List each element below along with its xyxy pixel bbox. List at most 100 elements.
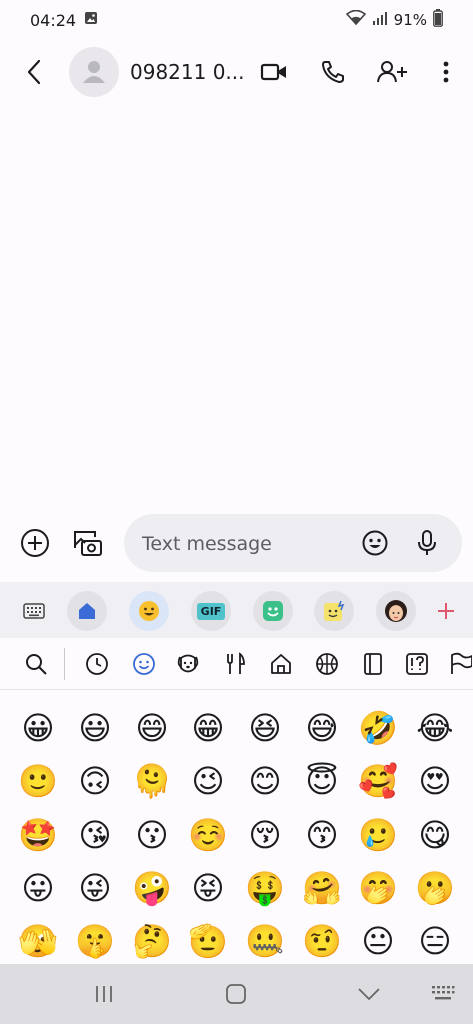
emoji-key[interactable]: 🤔	[128, 917, 176, 964]
emoji-key[interactable]: 😁	[184, 704, 232, 752]
emoji-key[interactable]: 🤑	[241, 864, 289, 912]
emoji-key[interactable]: 😛	[14, 864, 62, 912]
category-smileys[interactable]	[130, 650, 158, 678]
emoji-key[interactable]: 🤫	[71, 917, 119, 964]
emoji-key[interactable]: 😆	[241, 704, 289, 752]
emoji-key[interactable]: 😘	[71, 811, 119, 859]
microphone-icon	[418, 530, 436, 555]
emoji-key[interactable]: 😋	[411, 811, 459, 859]
emoji-button[interactable]	[360, 528, 390, 558]
emoji-grid: 😀 😃 😄 😁 😆 😅 🤣 😂 🙂 🙃 🫠 😉 😊 😇 🥰 😍 🤩 😘 😗 ☺️ 😚 😙 🥲 😋 😛 😜 🤪 😝 🤑 🤗 🤭 🫢 🫣 🤫 🤔 🫡 🤐 🤨 😐…	[0, 692, 473, 964]
emoji-key[interactable]: 😙	[298, 811, 346, 859]
emoji-key[interactable]: 😉	[184, 757, 232, 805]
system-navigation-bar	[0, 964, 473, 1024]
emoji-key[interactable]: 😚	[241, 811, 289, 859]
category-objects[interactable]	[359, 650, 387, 678]
emoji-key[interactable]: 🫡	[184, 917, 232, 964]
bitmoji-sticker-icon	[263, 601, 283, 621]
category-activities[interactable]	[313, 650, 341, 678]
emoji-tab-button[interactable]	[129, 591, 169, 631]
home-expression-button[interactable]	[67, 591, 107, 631]
video-camera-icon	[260, 63, 286, 81]
emoji-key[interactable]: 😜	[71, 864, 119, 912]
emoji-key[interactable]: 😇	[298, 757, 346, 805]
ar-emoji-tab-button[interactable]	[376, 591, 416, 631]
back-button[interactable]	[20, 56, 48, 88]
symbols-icon	[406, 653, 428, 675]
gif-tab-button[interactable]: GIF	[191, 591, 231, 631]
emoji-key[interactable]: 🙂	[14, 757, 62, 805]
contact-avatar[interactable]	[69, 47, 119, 97]
message-list[interactable]	[0, 104, 473, 508]
add-person-icon	[377, 61, 407, 83]
person-icon	[83, 61, 105, 83]
emoji-key[interactable]: 🫣	[14, 917, 62, 964]
smiley-icon	[362, 530, 388, 556]
category-food[interactable]	[221, 650, 249, 678]
recents-icon	[96, 986, 112, 1002]
emoji-key[interactable]: 🤨	[298, 917, 346, 964]
sticker-tab-button[interactable]	[253, 591, 293, 631]
emoji-key[interactable]: 😑	[411, 917, 459, 964]
recent-apps-button[interactable]	[84, 978, 124, 1010]
flag-icon	[451, 652, 472, 674]
emoji-key[interactable]: 😐	[354, 917, 402, 964]
emoji-sticker-tab-button[interactable]	[314, 591, 354, 631]
emoji-key[interactable]: 😄	[128, 704, 176, 752]
emoji-key[interactable]: 😃	[71, 704, 119, 752]
status-time: 04:24	[30, 10, 77, 30]
add-attachment-button[interactable]	[19, 527, 51, 559]
emoji-key[interactable]: 😗	[128, 811, 176, 859]
category-symbols[interactable]	[403, 650, 431, 678]
gif-label: GIF	[196, 602, 226, 620]
emoji-key[interactable]: 😝	[184, 864, 232, 912]
category-flags[interactable]	[446, 650, 473, 678]
home-icon	[79, 603, 95, 619]
voice-input-button[interactable]	[412, 528, 442, 558]
emoji-key[interactable]: 🫢	[411, 864, 459, 912]
dog-face-icon	[177, 654, 199, 673]
home-button[interactable]	[216, 978, 256, 1010]
emoji-key[interactable]: 🤭	[354, 864, 402, 912]
emoji-key[interactable]: 😀	[14, 704, 62, 752]
keyboard-hide-button[interactable]	[423, 978, 463, 1010]
emoji-key[interactable]: 🥰	[354, 757, 402, 805]
message-input[interactable]: Text message	[124, 514, 462, 572]
battery-text: 91%	[393, 11, 427, 29]
more-options-button[interactable]	[430, 56, 462, 88]
video-call-button[interactable]	[258, 56, 290, 88]
emoji-key[interactable]: 😊	[241, 757, 289, 805]
book-icon	[364, 653, 382, 675]
emoji-category-bar	[0, 638, 473, 690]
emoji-key[interactable]: 🙃	[71, 757, 119, 805]
keyboard-icon	[23, 603, 45, 619]
emoji-key[interactable]: 🤣	[354, 704, 402, 752]
avatar-emoji-icon	[385, 600, 407, 622]
emoji-key[interactable]: 😍	[411, 757, 459, 805]
category-recent[interactable]	[83, 650, 111, 678]
emoji-key[interactable]: 🤗	[298, 864, 346, 912]
add-sticker-button[interactable]	[426, 591, 466, 631]
emoji-key[interactable]: 🤐	[241, 917, 289, 964]
emoji-key[interactable]: ☺️	[184, 811, 232, 859]
basketball-icon	[316, 653, 338, 675]
category-animals[interactable]	[174, 650, 202, 678]
keyboard-switch-button[interactable]	[14, 591, 54, 631]
emoji-key[interactable]: 🥲	[354, 811, 402, 859]
emoji-search-button[interactable]	[22, 650, 50, 678]
fork-knife-icon	[227, 652, 245, 674]
voice-call-button[interactable]	[317, 56, 349, 88]
emoji-key[interactable]: 🤩	[14, 811, 62, 859]
gallery-button[interactable]	[71, 527, 103, 559]
back-nav-button[interactable]	[349, 978, 389, 1010]
add-participant-button[interactable]	[376, 56, 408, 88]
emoji-key[interactable]: 🫠	[128, 757, 176, 805]
emoji-key[interactable]: 😅	[298, 704, 346, 752]
contact-name[interactable]: 098211 0...	[130, 60, 245, 84]
add-circle-icon	[21, 529, 49, 557]
category-travel[interactable]	[267, 650, 295, 678]
emoji-key[interactable]: 😂	[411, 704, 459, 752]
keyboard-nav-icon	[432, 986, 455, 1000]
phone-icon	[322, 61, 344, 83]
emoji-key[interactable]: 🤪	[128, 864, 176, 912]
